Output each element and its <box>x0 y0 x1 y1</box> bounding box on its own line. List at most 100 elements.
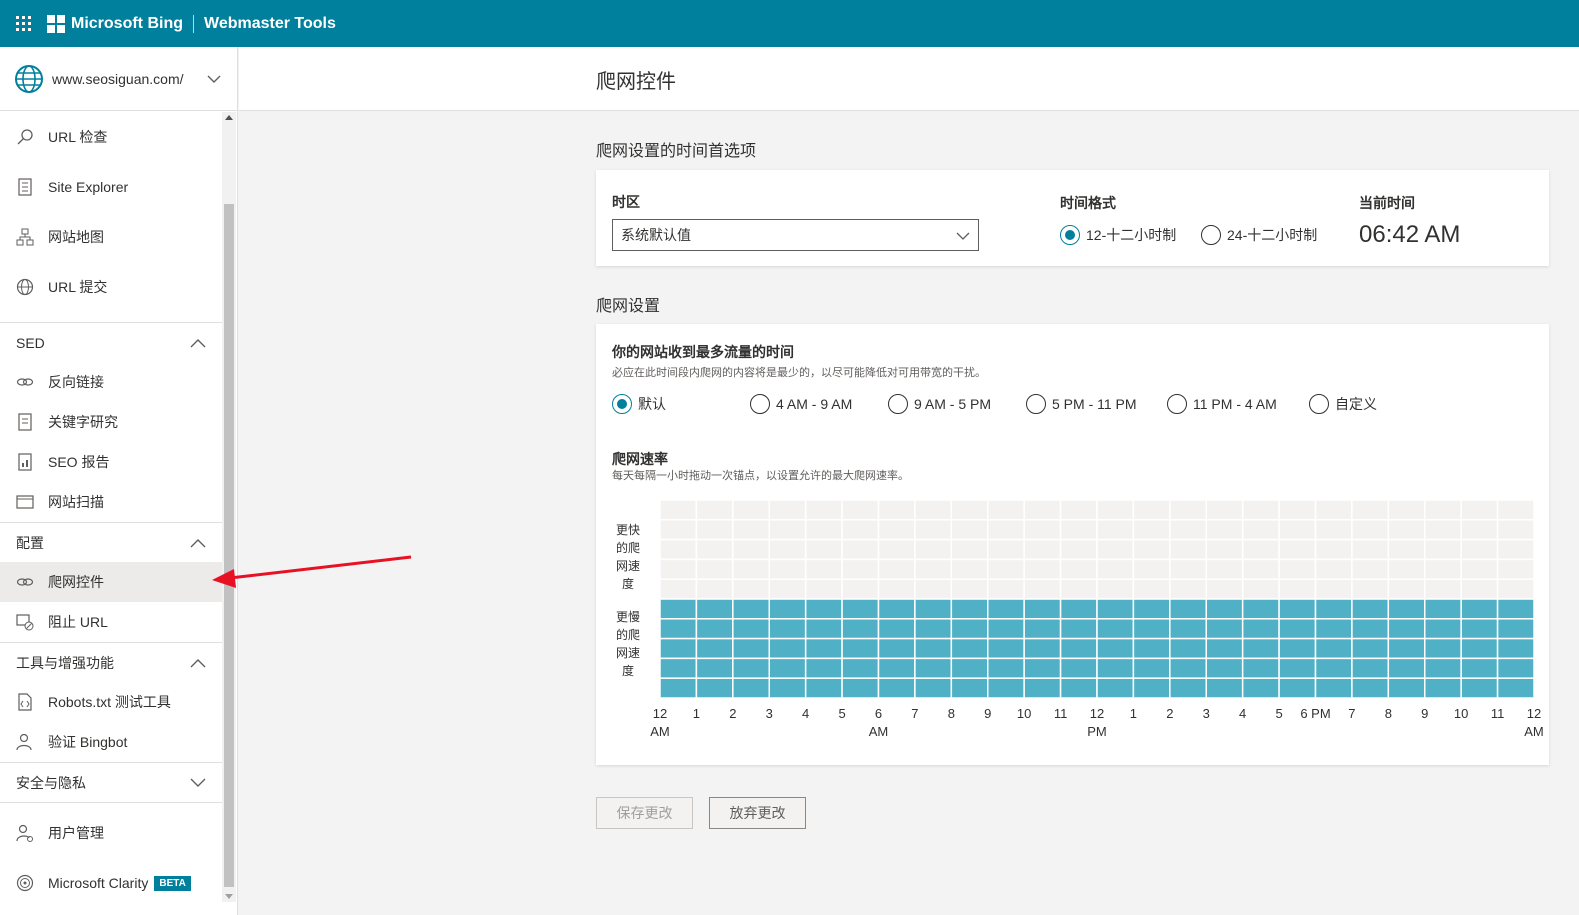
rate-cell-empty[interactable] <box>660 558 698 580</box>
rate-cell-empty[interactable] <box>987 519 1025 541</box>
rate-cell-filled[interactable] <box>841 677 880 698</box>
rate-cell-filled[interactable] <box>1169 677 1208 698</box>
rate-cell-empty[interactable] <box>1241 578 1280 600</box>
timezone-select[interactable]: 系统默认值 <box>612 219 979 251</box>
rate-cell-filled[interactable] <box>987 618 1025 640</box>
rate-cell-empty[interactable] <box>732 538 771 561</box>
rate-cell-empty[interactable] <box>950 538 989 561</box>
rate-cell-empty[interactable] <box>1059 538 1098 561</box>
time-format-24h-radio[interactable]: 24-十二小时制 <box>1201 225 1317 245</box>
brand-name[interactable]: Microsoft Bing <box>71 15 183 33</box>
rate-cell-filled[interactable] <box>950 598 989 620</box>
rate-cell-filled[interactable] <box>768 637 807 660</box>
rate-cell-empty[interactable] <box>1424 519 1462 541</box>
rate-cell-empty[interactable] <box>1169 500 1208 521</box>
sidebar-item-report[interactable]: SEO 报告 <box>0 442 222 482</box>
rate-cell-filled[interactable] <box>695 618 734 640</box>
rate-cell-filled[interactable] <box>1059 618 1098 640</box>
rate-cell-empty[interactable] <box>732 519 771 541</box>
rate-cell-empty[interactable] <box>1132 519 1171 541</box>
rate-cell-empty[interactable] <box>987 578 1025 600</box>
rate-cell-filled[interactable] <box>950 657 989 679</box>
rate-cell-filled[interactable] <box>1169 618 1208 640</box>
sidebar-item-sitemap[interactable]: 网站地图 <box>0 212 222 262</box>
rate-cell-empty[interactable] <box>1496 578 1534 600</box>
rate-cell-empty[interactable] <box>1205 538 1244 561</box>
rate-cell-empty[interactable] <box>1351 500 1390 521</box>
rate-cell-filled[interactable] <box>1132 657 1171 679</box>
rate-cell-empty[interactable] <box>804 538 843 561</box>
rate-cell-empty[interactable] <box>695 519 734 541</box>
sidebar-group-header[interactable]: 安全与隐私 <box>0 762 222 802</box>
rate-cell-empty[interactable] <box>1387 519 1426 541</box>
rate-cell-filled[interactable] <box>987 657 1025 679</box>
rate-cell-filled[interactable] <box>987 598 1025 620</box>
rate-cell-filled[interactable] <box>1424 657 1462 679</box>
rate-cell-filled[interactable] <box>1241 618 1280 640</box>
rate-cell-filled[interactable] <box>1460 618 1499 640</box>
rate-cell-empty[interactable] <box>877 558 916 580</box>
rate-cell-empty[interactable] <box>1460 500 1499 521</box>
rate-cell-empty[interactable] <box>841 519 880 541</box>
rate-cell-filled[interactable] <box>1169 637 1208 660</box>
rate-cell-empty[interactable] <box>1314 578 1353 600</box>
rate-cell-empty[interactable] <box>1314 558 1353 580</box>
rate-cell-filled[interactable] <box>914 637 953 660</box>
site-selector[interactable]: www.seosiguan.com/ <box>0 47 237 111</box>
rate-cell-filled[interactable] <box>1460 677 1499 698</box>
rate-cell-filled[interactable] <box>1496 618 1534 640</box>
rate-cell-empty[interactable] <box>660 519 698 541</box>
rate-cell-empty[interactable] <box>1387 578 1426 600</box>
rate-cell-empty[interactable] <box>1169 538 1208 561</box>
rate-cell-filled[interactable] <box>1387 637 1426 660</box>
rate-cell-filled[interactable] <box>1278 598 1317 620</box>
rate-cell-filled[interactable] <box>1460 598 1499 620</box>
rate-cell-empty[interactable] <box>695 558 734 580</box>
rate-cell-filled[interactable] <box>841 657 880 679</box>
rate-cell-filled[interactable] <box>1351 618 1390 640</box>
rate-cell-empty[interactable] <box>987 538 1025 561</box>
rate-cell-filled[interactable] <box>1387 598 1426 620</box>
rate-cell-filled[interactable] <box>1424 677 1462 698</box>
rate-cell-empty[interactable] <box>877 519 916 541</box>
rate-cell-filled[interactable] <box>660 618 698 640</box>
sidebar-item-link[interactable]: 爬网控件 <box>0 562 222 602</box>
rate-cell-empty[interactable] <box>768 578 807 600</box>
rate-cell-empty[interactable] <box>1460 538 1499 561</box>
rate-cell-filled[interactable] <box>914 677 953 698</box>
rate-cell-empty[interactable] <box>1059 578 1098 600</box>
rate-cell-filled[interactable] <box>1132 618 1171 640</box>
rate-cell-empty[interactable] <box>660 500 698 521</box>
rate-cell-filled[interactable] <box>1278 637 1317 660</box>
rate-cell-empty[interactable] <box>841 538 880 561</box>
rate-cell-filled[interactable] <box>768 677 807 698</box>
rate-cell-empty[interactable] <box>1205 558 1244 580</box>
crawl-rate-grid[interactable] <box>660 500 1534 698</box>
rate-cell-filled[interactable] <box>1424 598 1462 620</box>
rate-cell-filled[interactable] <box>1424 637 1462 660</box>
rate-cell-filled[interactable] <box>1424 618 1462 640</box>
rate-cell-empty[interactable] <box>1387 558 1426 580</box>
rate-cell-empty[interactable] <box>1387 538 1426 561</box>
rate-cell-filled[interactable] <box>914 598 953 620</box>
rate-cell-filled[interactable] <box>732 637 771 660</box>
sidebar-item-user-settings[interactable]: 用户管理 <box>0 808 222 858</box>
rate-cell-empty[interactable] <box>660 578 698 600</box>
rate-cell-empty[interactable] <box>1314 519 1353 541</box>
rate-cell-filled[interactable] <box>1496 657 1534 679</box>
peak-option-radio[interactable]: 9 AM - 5 PM <box>888 394 991 414</box>
rate-cell-filled[interactable] <box>768 598 807 620</box>
peak-option-radio[interactable]: 4 AM - 9 AM <box>750 394 852 414</box>
rate-cell-empty[interactable] <box>768 558 807 580</box>
rate-cell-empty[interactable] <box>1241 519 1280 541</box>
rate-cell-filled[interactable] <box>841 637 880 660</box>
rate-cell-filled[interactable] <box>1169 657 1208 679</box>
rate-cell-empty[interactable] <box>1096 519 1135 541</box>
rate-cell-empty[interactable] <box>841 558 880 580</box>
rate-cell-filled[interactable] <box>768 657 807 679</box>
rate-cell-filled[interactable] <box>1496 677 1534 698</box>
rate-cell-empty[interactable] <box>1241 538 1280 561</box>
sidebar-group-header[interactable]: 配置 <box>0 522 222 562</box>
peak-option-radio[interactable]: 默认 <box>612 394 666 414</box>
rate-cell-filled[interactable] <box>804 637 843 660</box>
